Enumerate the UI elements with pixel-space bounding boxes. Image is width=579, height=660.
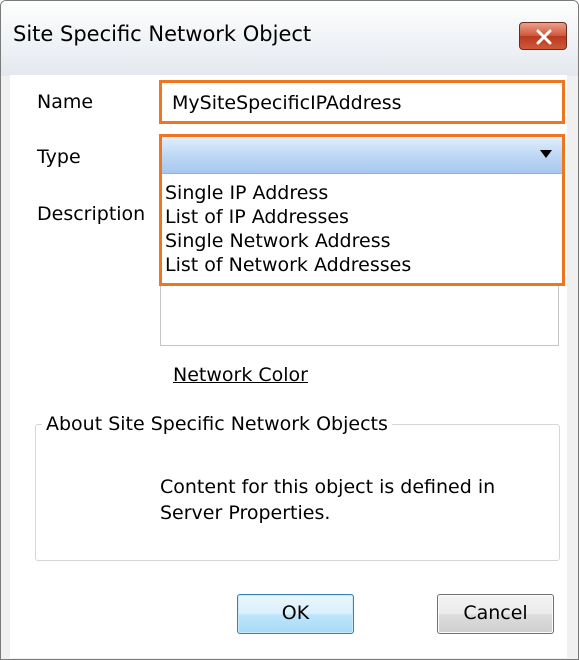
type-select[interactable] xyxy=(162,137,562,174)
name-input-value: MySiteSpecificIPAddress xyxy=(172,92,402,114)
network-color-link[interactable]: Network Color xyxy=(173,364,308,386)
groupbox-text-line2: Server Properties. xyxy=(160,502,331,524)
title-bar: Site Specific Network Object xyxy=(1,1,578,76)
ok-button[interactable]: OK xyxy=(237,594,354,634)
close-button[interactable] xyxy=(519,22,567,50)
type-option-single-network[interactable]: Single Network Address xyxy=(165,230,391,252)
groupbox-text: Content for this object is defined in Se… xyxy=(160,474,495,526)
type-label: Type xyxy=(37,146,81,168)
description-input[interactable] xyxy=(160,282,559,346)
name-label: Name xyxy=(37,91,94,113)
chevron-down-icon[interactable] xyxy=(540,150,552,158)
type-dropdown[interactable]: Single IP Address List of IP Addresses S… xyxy=(159,134,565,286)
type-option-single-ip[interactable]: Single IP Address xyxy=(165,182,328,204)
close-icon xyxy=(536,29,552,45)
window-title: Site Specific Network Object xyxy=(13,22,312,46)
description-label: Description xyxy=(37,203,146,225)
groupbox-text-line1: Content for this object is defined in xyxy=(160,476,496,498)
cancel-button[interactable]: Cancel xyxy=(437,594,554,634)
groupbox-title: About Site Specific Network Objects xyxy=(42,413,392,435)
type-option-list-network[interactable]: List of Network Addresses xyxy=(165,254,411,276)
name-input[interactable]: MySiteSpecificIPAddress xyxy=(159,80,565,124)
type-option-list-ip[interactable]: List of IP Addresses xyxy=(165,206,349,228)
